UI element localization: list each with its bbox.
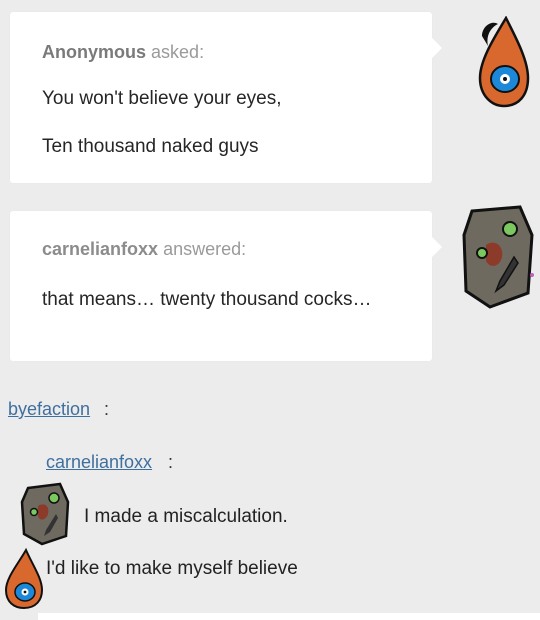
answer-card: carnelianfoxx answered: that means… twen… [10,211,442,361]
answerer-line: carnelianfoxx answered: [42,239,246,260]
bottom-divider [38,613,540,620]
stone-face-avatar-icon[interactable] [20,482,70,546]
stone-face-avatar-icon[interactable] [460,205,536,309]
answered-label: answered: [163,239,247,259]
answerer-name[interactable]: carnelianfoxx [42,239,158,259]
reply-line-1: I made a miscalculation. [84,506,288,527]
asked-label: asked: [151,42,205,62]
answer-text: that means… twenty thousand cocks… [42,289,372,310]
reblogger-colon: : [104,399,110,419]
nested-user-link[interactable]: carnelianfoxx [46,452,152,473]
question-line-2: Ten thousand naked guys [42,136,259,157]
drop-eye-avatar-icon[interactable] [2,548,46,610]
asker-line: Anonymous asked: [42,42,204,63]
reply-line-2: I'd like to make myself believe [46,558,298,579]
drop-eye-avatar-icon[interactable] [472,16,532,108]
nested-user-colon: : [168,452,174,472]
ask-card: Anonymous asked: You won't believe your … [10,12,442,183]
nested-user-name[interactable]: carnelianfoxx [46,452,152,472]
reblogger-name[interactable]: byefaction [8,399,90,419]
asker-name: Anonymous [42,42,147,62]
reblogger-link[interactable]: byefaction [8,399,90,420]
question-line-1: You won't believe your eyes, [42,88,282,109]
